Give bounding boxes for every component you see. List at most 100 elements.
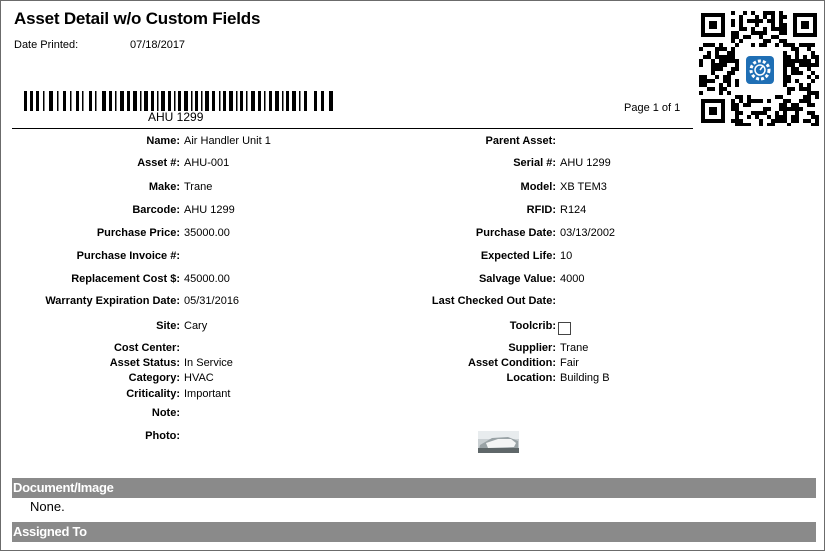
qr-module (779, 19, 783, 23)
qr-module (775, 119, 779, 123)
qr-module (791, 43, 795, 47)
location-label: Location: (506, 372, 557, 384)
qr-module (759, 35, 763, 39)
warranty-expiration-label: Warranty Expiration Date: (45, 295, 180, 307)
qr-module (739, 95, 743, 99)
qr-module (763, 111, 767, 115)
report-title: Asset Detail w/o Custom Fields (14, 9, 261, 28)
qr-module (739, 123, 743, 126)
qr-module (803, 59, 807, 63)
qr-module (799, 59, 803, 63)
qr-module (731, 31, 735, 35)
qr-module (771, 119, 775, 123)
qr-module (815, 115, 819, 119)
qr-module (779, 107, 783, 111)
qr-module (807, 95, 811, 99)
purchase-date-value: 03/13/2002 (560, 227, 616, 239)
qr-module (743, 103, 747, 107)
qr-module (795, 119, 799, 123)
qr-module (727, 83, 731, 87)
qr-module (771, 27, 775, 31)
make-value: Trane (184, 181, 213, 193)
qr-module (739, 23, 743, 27)
qr-module (751, 111, 755, 115)
barcode-label: Barcode: (132, 204, 180, 216)
qr-module (711, 59, 715, 63)
qr-module (759, 123, 763, 126)
qr-module (731, 71, 735, 75)
qr-module (699, 47, 703, 51)
qr-module (731, 51, 735, 55)
qr-module (759, 111, 763, 115)
warranty-expiration-value: 05/31/2016 (184, 295, 240, 307)
qr-module (807, 59, 811, 63)
serial-number-label: Serial #: (513, 157, 556, 169)
qr-module (735, 103, 739, 107)
qr-module (731, 119, 735, 123)
note-label: Note: (151, 407, 180, 419)
qr-module (743, 123, 747, 126)
gear-gauge-icon (743, 53, 777, 87)
qr-module (807, 83, 811, 87)
qr-module (807, 75, 811, 79)
qr-module (735, 31, 739, 35)
qr-module (779, 23, 783, 27)
purchase-price-value: 35000.00 (184, 227, 230, 239)
qr-module (703, 55, 707, 59)
qr-module (787, 123, 791, 126)
criticality-label: Criticality: (126, 388, 180, 400)
qr-module (815, 55, 819, 59)
asset-status-label: Asset Status: (109, 357, 180, 369)
expected-life-value: 10 (560, 250, 573, 262)
qr-module (811, 43, 815, 47)
qr-module (807, 103, 811, 107)
qr-module (791, 71, 795, 75)
qr-module (735, 115, 739, 119)
site-value: Cary (184, 320, 208, 332)
qr-module (815, 91, 819, 95)
qr-module (747, 19, 751, 23)
qr-module (783, 115, 787, 119)
parent-asset-label: Parent Asset: (485, 135, 556, 147)
assigned-to-section-header: Assigned To (12, 522, 816, 542)
qr-module (719, 63, 723, 67)
qr-module (787, 99, 791, 103)
qr-module (783, 103, 787, 107)
qr-module (739, 19, 743, 23)
qr-module (787, 63, 791, 67)
qr-module (723, 79, 727, 83)
qr-module (807, 119, 811, 123)
qr-module (727, 71, 731, 75)
qr-module (795, 71, 799, 75)
qr-module (771, 23, 775, 27)
site-label: Site: (156, 320, 180, 332)
make-label: Make: (148, 181, 180, 193)
model-label: Model: (520, 181, 556, 193)
qr-module (795, 67, 799, 71)
qr-module (783, 119, 787, 123)
qr-module (751, 27, 755, 31)
asset-photo-thumbnail[interactable] (478, 431, 519, 453)
qr-module (763, 107, 767, 111)
qr-module (707, 51, 711, 55)
qr-module (791, 47, 795, 51)
qr-module (751, 11, 755, 15)
qr-module (719, 83, 723, 87)
qr-module (763, 31, 767, 35)
qr-module (751, 19, 755, 23)
qr-module (783, 31, 787, 35)
qr-module (727, 91, 731, 95)
qr-module (795, 59, 799, 63)
qr-module (727, 59, 731, 63)
qr-module (771, 11, 775, 15)
qr-module (735, 111, 739, 115)
page-info: Page 1 of 1 (624, 102, 681, 114)
qr-module (719, 47, 723, 51)
qr-module (779, 15, 783, 19)
replacement-cost-value: 45000.00 (184, 273, 230, 285)
qr-module (735, 43, 739, 47)
qr-module (783, 71, 787, 75)
toolcrib-checkbox[interactable] (558, 322, 571, 335)
qr-module (791, 87, 795, 91)
rfid-label: RFID: (526, 204, 556, 216)
